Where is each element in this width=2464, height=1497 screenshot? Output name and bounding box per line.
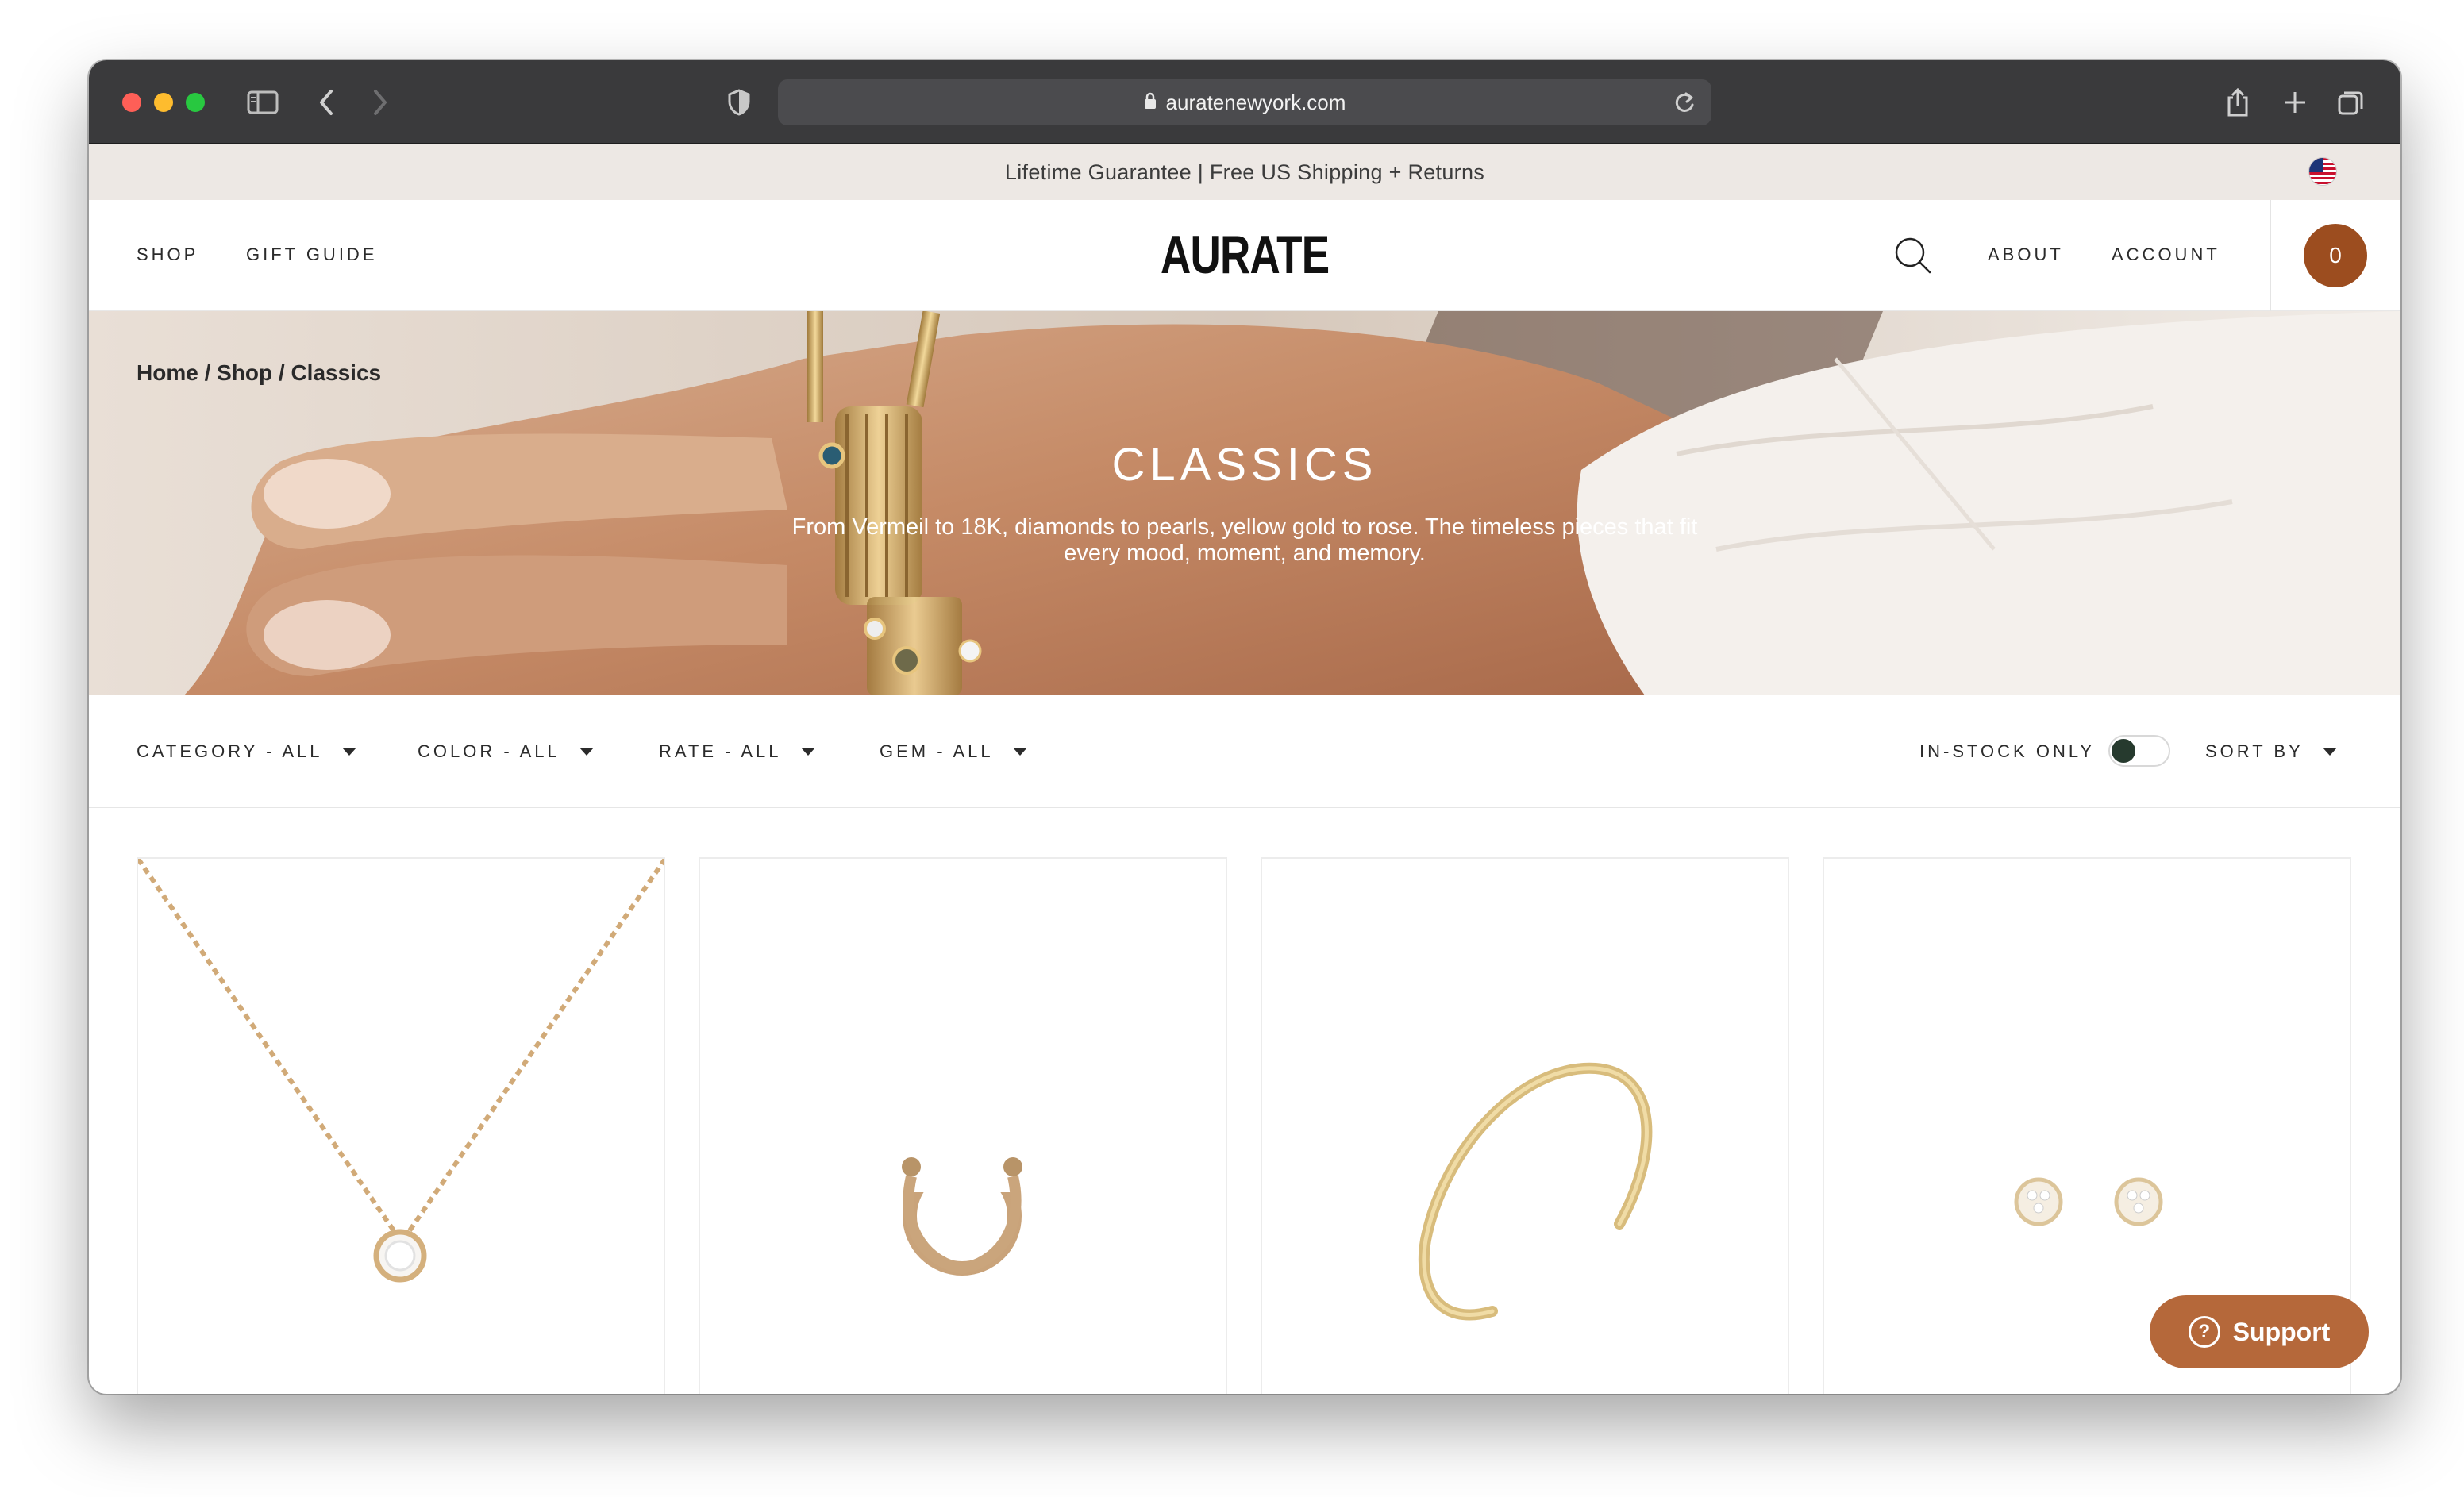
support-label: Support	[2232, 1317, 2331, 1346]
chevron-down-icon	[800, 748, 815, 756]
site-header: SHOP GIFT GUIDE AURATE ABOUT ACCOUNT 0	[89, 200, 2400, 311]
header-divider	[2270, 200, 2271, 311]
hero-image	[89, 311, 2400, 695]
sort-by-label: SORT BY	[2205, 741, 2304, 761]
color-filter-dropdown[interactable]: COLOR - ALL	[418, 741, 594, 762]
close-window-button[interactable]	[122, 93, 141, 112]
address-bar[interactable]: auratenewyork.com	[778, 79, 1711, 125]
url-text: auratenewyork.com	[1165, 90, 1346, 114]
site-logo[interactable]: AURATE	[1161, 224, 1330, 287]
page-description-line-2: every mood, moment, and memory.	[1064, 541, 1426, 566]
page-title: CLASSICS	[1111, 439, 1378, 491]
page-description: From Vermeil to 18K, diamonds to pearls,…	[724, 514, 1765, 567]
bracelet-icon	[1418, 1062, 1653, 1321]
page-description-line-1: From Vermeil to 18K, diamonds to pearls,…	[791, 514, 1698, 540]
rate-filter-dropdown[interactable]: RATE - ALL	[659, 741, 815, 762]
new-tab-icon[interactable]	[2277, 84, 2313, 121]
browser-toolbar: auratenewyork.com	[89, 60, 2400, 144]
category-filter-dropdown[interactable]: CATEGORY - ALL	[137, 741, 356, 762]
nav-shop[interactable]: SHOP	[137, 244, 198, 265]
us-flag-icon[interactable]	[2308, 157, 2337, 186]
chevron-down-icon	[2322, 748, 2337, 756]
product-card-necklace[interactable]	[137, 857, 665, 1394]
necklace-icon	[138, 859, 664, 1283]
chevron-down-icon	[579, 748, 594, 756]
toggle-knob	[2112, 739, 2135, 763]
logo-text: AURATE	[1160, 225, 1330, 285]
search-icon[interactable]	[1894, 237, 1932, 279]
breadcrumb[interactable]: Home / Shop / Classics	[137, 360, 381, 386]
reload-icon[interactable]	[1673, 90, 1696, 118]
color-filter-label: COLOR - ALL	[418, 741, 560, 761]
forward-icon[interactable]	[362, 84, 398, 121]
nav-about[interactable]: ABOUT	[1988, 244, 2064, 265]
sidebar-toggle-icon[interactable]	[244, 84, 281, 121]
gem-filter-dropdown[interactable]: GEM - ALL	[880, 741, 1027, 762]
gem-filter-label: GEM - ALL	[880, 741, 994, 761]
privacy-shield-icon[interactable]	[721, 84, 757, 121]
in-stock-text: IN-STOCK ONLY	[1919, 741, 2096, 761]
category-filter-label: CATEGORY - ALL	[137, 741, 323, 761]
minimize-window-button[interactable]	[154, 93, 173, 112]
chevron-down-icon	[1012, 748, 1027, 756]
announcement-bar: Lifetime Guarantee | Free US Shipping + …	[89, 144, 2400, 200]
filter-bar: CATEGORY - ALL COLOR - ALL RATE - ALL GE…	[89, 695, 2400, 808]
tab-overview-icon[interactable]	[2332, 84, 2369, 121]
cart-button[interactable]: 0	[2304, 224, 2367, 287]
product-card-bracelet[interactable]	[1261, 857, 1789, 1394]
hero-banner: Home / Shop / Classics CLASSICS From Ver…	[89, 311, 2400, 695]
back-icon[interactable]	[308, 84, 345, 121]
chevron-down-icon	[341, 748, 356, 756]
nav-gift-guide[interactable]: GIFT GUIDE	[246, 244, 378, 265]
in-stock-toggle[interactable]	[2108, 735, 2170, 767]
zoom-window-button[interactable]	[186, 93, 205, 112]
announcement-text: Lifetime Guarantee | Free US Shipping + …	[1004, 160, 1485, 184]
share-icon[interactable]	[2220, 84, 2256, 121]
help-icon: ?	[2188, 1316, 2220, 1348]
nav-account[interactable]: ACCOUNT	[2112, 244, 2220, 265]
lock-icon	[1144, 92, 1157, 114]
rate-filter-label: RATE - ALL	[659, 741, 782, 761]
in-stock-label: IN-STOCK ONLY	[1919, 741, 2095, 762]
support-button[interactable]: ? Support	[2150, 1295, 2369, 1368]
ring-icon	[899, 1153, 1026, 1276]
product-card-ring[interactable]	[699, 857, 1227, 1394]
browser-window: auratenewyork.com Lifetime Guarantee | F…	[89, 60, 2400, 1394]
sort-by-dropdown[interactable]: SORT BY	[2205, 741, 2337, 762]
